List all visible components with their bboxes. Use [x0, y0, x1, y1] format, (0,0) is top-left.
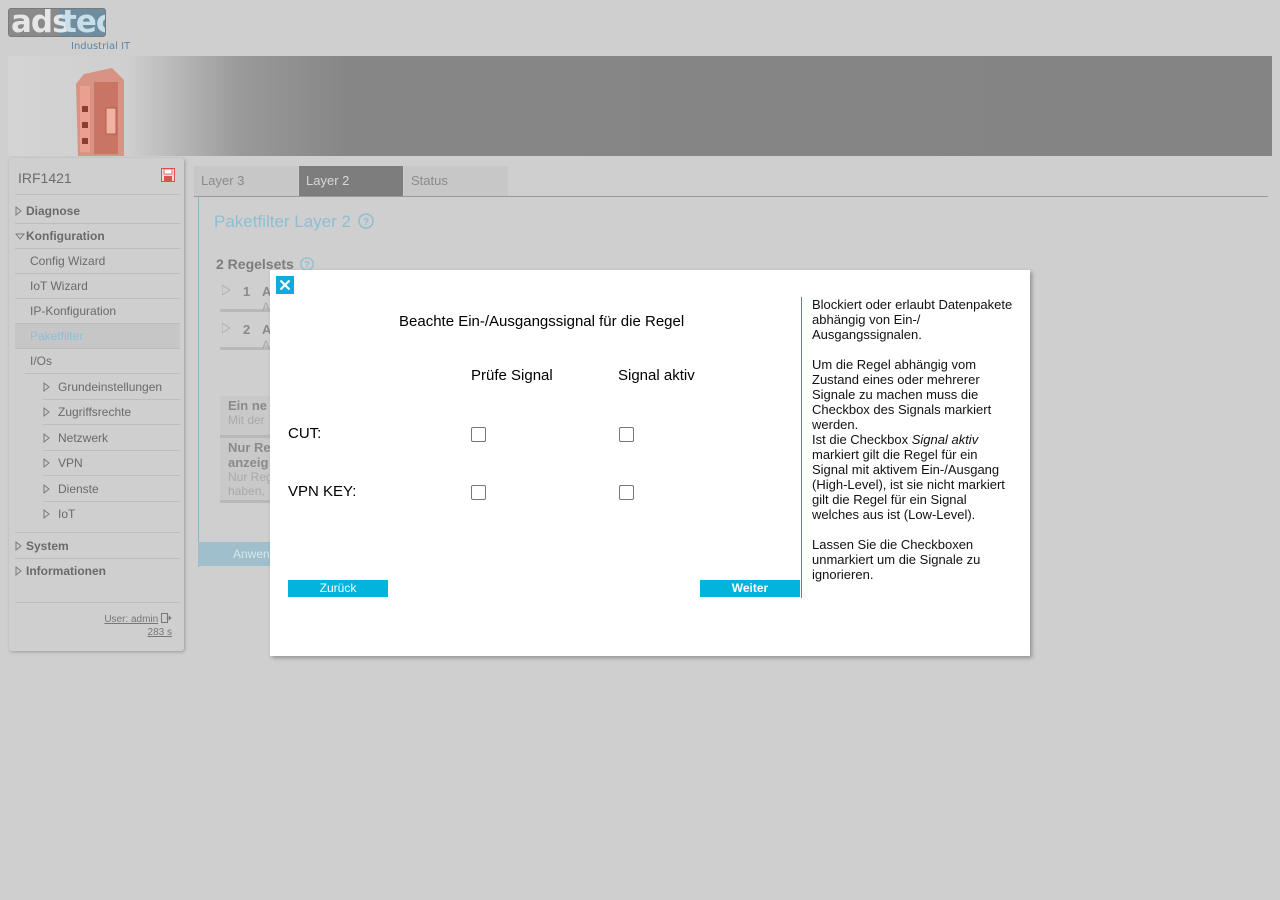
close-icon[interactable]: [276, 276, 294, 294]
page-title-text: Paketfilter Layer 2: [214, 212, 352, 231]
help-paragraph: Ist die Checkbox Signal aktiv markiert g…: [812, 432, 1017, 522]
sidebar-item-grundeinstellungen[interactable]: Grundeinstellungen: [15, 375, 180, 399]
sidebar-item-label: Informationen: [26, 564, 106, 578]
expand-arrow-icon[interactable]: [222, 285, 230, 295]
ruleset-number: 2: [243, 322, 251, 337]
next-button[interactable]: Weiter: [700, 580, 800, 597]
check-signal-vpn-key-checkbox[interactable]: [471, 485, 486, 500]
help-divider: [801, 297, 802, 598]
signal-active-vpn-key-checkbox[interactable]: [619, 485, 634, 500]
router-device-image: [76, 68, 124, 156]
header-banner: [8, 56, 1272, 156]
page-title: Paketfilter Layer 2 ?: [214, 212, 374, 232]
sidebar-item-dienste[interactable]: Dienste: [15, 477, 180, 501]
chevron-right-icon: [15, 565, 22, 577]
chevron-right-icon: [15, 540, 22, 552]
expand-arrow-icon[interactable]: [222, 323, 230, 333]
help-paragraph: Um die Regel abhängig vom Zustand eines …: [812, 357, 1017, 432]
sidebar-item-iot[interactable]: IoT: [15, 502, 180, 526]
sidebar-item-system[interactable]: System: [15, 534, 180, 558]
help-text: markiert gilt die Regel für ein Signal m…: [812, 447, 1005, 522]
sidebar-item-paketfilter[interactable]: Paketfilter: [15, 324, 180, 348]
chevron-right-icon: [15, 205, 22, 217]
sidebar-item-label: Konfiguration: [26, 229, 105, 243]
tab-layer-3[interactable]: Layer 3: [194, 166, 298, 196]
column-header-signal-active: Signal aktiv: [618, 367, 695, 384]
sidebar-item-informationen[interactable]: Informationen: [15, 559, 180, 583]
ruleset-subtitle: A: [262, 300, 271, 314]
logo-box: ads tec: [8, 8, 106, 37]
adstec-logo: ads tec Industrial IT: [8, 8, 138, 54]
content-border: [198, 197, 199, 567]
close-button[interactable]: [276, 276, 294, 294]
sidebar-item-label: I/Os: [30, 354, 53, 368]
chevron-right-icon: [43, 406, 50, 418]
logo-ads-text: ads: [11, 8, 71, 37]
sidebar-item-diagnose[interactable]: Diagnose: [15, 199, 180, 223]
svg-text:?: ?: [304, 260, 309, 270]
chevron-right-icon: [43, 483, 50, 495]
sidebar-item-label: VPN: [58, 456, 83, 470]
tab-status[interactable]: Status: [404, 166, 508, 196]
sidebar-item-netzwerk[interactable]: Netzwerk: [15, 426, 180, 450]
user-label[interactable]: User: admin: [104, 614, 158, 625]
user-area: User: admin 283 s: [104, 613, 172, 639]
back-button[interactable]: Zurück: [288, 580, 388, 597]
user-link[interactable]: User: admin: [104, 613, 172, 626]
signal-label-vpn-key: VPN KEY:: [288, 483, 357, 500]
sidebar-item-vpn[interactable]: VPN: [15, 451, 180, 475]
help-icon[interactable]: ?: [358, 213, 374, 229]
save-icon[interactable]: [161, 168, 175, 182]
tab-layer-2[interactable]: Layer 2: [299, 166, 403, 196]
sidebar-item-label: IoT Wizard: [30, 279, 88, 293]
logout-icon[interactable]: [161, 613, 172, 623]
logo-tec-text: tec: [62, 8, 105, 37]
sidebar-item-label: Diagnose: [26, 204, 81, 218]
help-paragraph: Blockiert oder erlaubt Datenpakete abhän…: [812, 297, 1013, 342]
sidebar-item-label: IP-Konfiguration: [30, 304, 117, 318]
help-text: Ist die Checkbox: [812, 432, 912, 447]
signal-dialog: Beachte Ein-/Ausgangssignal für die Rege…: [270, 270, 1030, 656]
help-text: Um die Regel abhängig vom Zustand eines …: [812, 357, 992, 432]
sidebar-item-label: Paketfilter: [30, 329, 84, 343]
session-timer: 283 s: [147, 627, 172, 638]
signal-label-cut: CUT:: [288, 425, 322, 442]
sidebar-item-ip-konfiguration[interactable]: IP-Konfiguration: [15, 299, 180, 323]
svg-text:?: ?: [363, 217, 369, 228]
sidebar-item-label: Grundeinstellungen: [58, 380, 163, 394]
help-icon[interactable]: ?: [299, 257, 314, 271]
help-emphasis: Signal aktiv: [911, 432, 979, 447]
help-paragraph: Lassen Sie die Checkboxen unmarkiert um …: [812, 537, 981, 582]
sidebar-item-iot-wizard[interactable]: IoT Wizard: [15, 274, 180, 298]
sidebar-item-label: Zugriffsrechte: [58, 405, 132, 419]
sidebar-item-zugriffsrechte[interactable]: Zugriffsrechte: [15, 400, 180, 424]
column-header-check-signal: Prüfe Signal: [471, 367, 553, 384]
sidebar-item-config-wizard[interactable]: Config Wizard: [15, 249, 180, 273]
apply-button[interactable]: Anwen: [198, 542, 278, 566]
chevron-right-icon: [43, 508, 50, 520]
chevron-right-icon: [43, 432, 50, 444]
sidebar-item-label: Dienste: [58, 482, 99, 496]
sidebar-item-label: IoT: [58, 507, 76, 521]
sidebar-item-label: Netzwerk: [58, 431, 109, 445]
sidebar-item-label: System: [26, 539, 69, 553]
help-panel: Blockiert oder erlaubt Datenpakete abhän…: [812, 297, 1017, 597]
sidebar-item-label: Config Wizard: [30, 254, 106, 268]
signal-active-cut-checkbox[interactable]: [619, 427, 634, 442]
chevron-right-icon: [43, 381, 50, 393]
ruleset-number: 1: [243, 284, 251, 299]
logo-subtitle: Industrial IT: [71, 41, 131, 52]
sidebar: IRF1421 Diagnose Konfiguration Config Wi…: [9, 158, 184, 651]
device-name: IRF1421: [18, 170, 72, 186]
tab-divider: [194, 196, 1268, 197]
chevron-down-icon: [15, 233, 25, 240]
sidebar-item-ios[interactable]: I/Os: [15, 349, 180, 373]
sidebar-item-konfiguration[interactable]: Konfiguration: [15, 224, 180, 248]
ruleset-subtitle: A: [262, 338, 271, 352]
check-signal-cut-checkbox[interactable]: [471, 427, 486, 442]
chevron-right-icon: [43, 457, 50, 469]
dialog-title: Beachte Ein-/Ausgangssignal für die Rege…: [399, 313, 685, 330]
